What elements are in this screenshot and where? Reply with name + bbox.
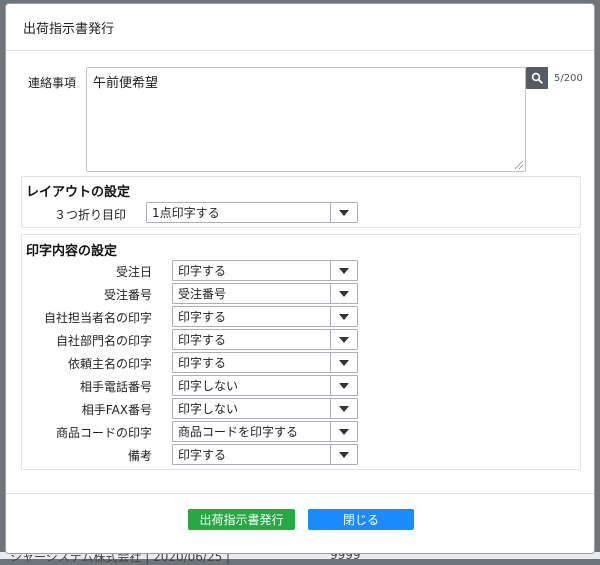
dialog-header: 出荷指示書発行 — [6, 4, 594, 51]
chevron-down-icon[interactable] — [330, 284, 357, 303]
chevron-down-icon[interactable] — [330, 399, 357, 418]
fax-number-label: 相手FAX番号 — [81, 403, 152, 417]
department-name-select[interactable]: 印字する — [172, 329, 358, 350]
order-date-select[interactable]: 印字する — [172, 260, 358, 281]
chevron-down-icon[interactable] — [330, 307, 357, 326]
chevron-down-icon[interactable] — [330, 422, 357, 441]
fold-mark-label: ３つ折り目印 — [54, 208, 127, 222]
phone-number-select[interactable]: 印字しない — [172, 375, 358, 396]
staff-name-value: 印字する — [178, 310, 227, 324]
memo-search-button[interactable] — [526, 67, 548, 89]
order-date-value: 印字する — [178, 264, 227, 278]
requester-name-value: 印字する — [178, 356, 227, 370]
chevron-down-icon[interactable] — [330, 261, 357, 280]
resize-grip-icon[interactable] — [515, 161, 523, 169]
staff-name-label: 自社担当者名の印字 — [43, 311, 152, 325]
staff-name-select[interactable]: 印字する — [172, 306, 358, 327]
shipping-instruction-dialog: 出荷指示書発行 連絡事項 午前便希望 5/200 レイアウトの設定 ３つ折り目印… — [5, 3, 595, 554]
memo-textarea[interactable]: 午前便希望 — [86, 67, 526, 172]
fold-mark-value: 1点印字する — [152, 206, 220, 220]
dialog-footer: 出荷指示書発行 閉じる — [6, 493, 594, 553]
product-code-label: 商品コードの印字 — [55, 426, 152, 440]
chevron-down-icon[interactable] — [330, 330, 357, 349]
fold-mark-select[interactable]: 1点印字する — [146, 202, 358, 223]
close-button[interactable]: 閉じる — [308, 509, 414, 530]
memo-value: 午前便希望 — [93, 76, 159, 91]
remarks-select[interactable]: 印字する — [172, 444, 358, 465]
memo-label: 連絡事項 — [28, 76, 77, 90]
phone-number-value: 印字しない — [178, 379, 239, 393]
layout-settings-title: レイアウトの設定 — [26, 185, 131, 200]
order-number-label: 受注番号 — [103, 288, 152, 302]
fax-number-value: 印字しない — [178, 402, 239, 416]
requester-name-select[interactable]: 印字する — [172, 352, 358, 373]
memo-char-counter: 5/200 — [554, 73, 583, 84]
dialog-title: 出荷指示書発行 — [23, 21, 115, 37]
product-code-select[interactable]: 商品コードを印字する — [172, 421, 358, 442]
order-number-value: 受注番号 — [178, 287, 227, 301]
department-name-value: 印字する — [178, 333, 227, 347]
print-settings-title: 印字内容の設定 — [26, 244, 118, 259]
fax-number-select[interactable]: 印字しない — [172, 398, 358, 419]
chevron-down-icon[interactable] — [330, 376, 357, 395]
product-code-value: 商品コードを印字する — [178, 425, 299, 439]
remarks-value: 印字する — [178, 448, 227, 462]
phone-number-label: 相手電話番号 — [79, 380, 152, 394]
chevron-down-icon[interactable] — [330, 203, 357, 222]
print-settings-section: 印字内容の設定 受注日 印字する 受注番号 受注番号 自社担当者名の印字 印字す… — [21, 234, 581, 470]
order-date-label: 受注日 — [115, 265, 152, 279]
department-name-label: 自社部門名の印字 — [55, 334, 152, 348]
order-number-select[interactable]: 受注番号 — [172, 283, 358, 304]
chevron-down-icon[interactable] — [330, 445, 357, 464]
search-icon — [531, 72, 543, 84]
layout-settings-section: レイアウトの設定 ３つ折り目印 1点印字する — [21, 176, 581, 228]
requester-name-label: 依頼主名の印字 — [67, 357, 152, 371]
chevron-down-icon[interactable] — [330, 353, 357, 372]
issue-instruction-button[interactable]: 出荷指示書発行 — [188, 509, 295, 530]
remarks-label: 備考 — [127, 449, 152, 463]
